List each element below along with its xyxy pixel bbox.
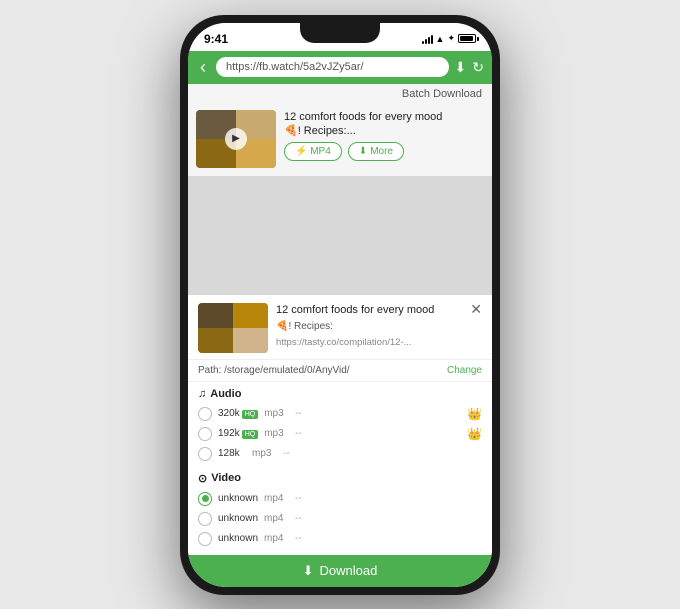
back-button[interactable]: ‹ [196, 57, 210, 78]
dash-video-1: -- [295, 493, 482, 504]
address-bar-icons: ⬇ ↻ [455, 59, 484, 76]
radio-192k[interactable] [198, 427, 212, 441]
download-more-icon: ⬇ [359, 146, 367, 157]
gray-content-area [188, 176, 492, 295]
quality-128k: 128k [218, 448, 246, 459]
radio-320k[interactable] [198, 407, 212, 421]
video-thumbnail: ▶ [196, 110, 276, 168]
video-option-3[interactable]: unknown mp4 -- [198, 529, 482, 549]
sheet-video-info: 12 comfort foods for every mood 🍕! Recip… [188, 295, 492, 360]
music-note-icon: ♫ [198, 388, 206, 400]
video-title: 12 comfort foods for every mood 🍕! Recip… [284, 110, 484, 139]
radio-128k[interactable] [198, 447, 212, 461]
format-video-1: mp4 [264, 493, 289, 504]
format-128k: mp3 [252, 448, 277, 459]
audio-option-320k[interactable]: 320kHQ mp3 -- 👑 [198, 404, 482, 424]
bluetooth-icon: ✦ [447, 33, 455, 44]
video-option-2[interactable]: unknown mp4 -- [198, 509, 482, 529]
quality-video-3: unknown [218, 533, 258, 544]
refresh-icon[interactable]: ↻ [472, 59, 484, 76]
sheet-thumbnail [198, 303, 268, 353]
audio-option-192k[interactable]: 192kHQ mp3 -- 👑 [198, 424, 482, 444]
sheet-title: 12 comfort foods for every mood [276, 303, 482, 318]
sheet-video-details: 12 comfort foods for every mood 🍕! Recip… [276, 303, 482, 350]
more-button[interactable]: ⬇ More [348, 142, 404, 161]
wifi-icon: ▲ [436, 34, 445, 44]
notch [300, 23, 380, 43]
radio-video-3[interactable] [198, 532, 212, 546]
sheet-url: https://tasty.co/compilation/12-... [276, 336, 482, 349]
audio-section-title: ♫ Audio [198, 388, 482, 400]
phone-screen: 9:41 ▲ ✦ ‹ https://fb.watch/5a2vJZy5ar/ [188, 23, 492, 587]
quality-320k: 320kHQ [218, 408, 258, 419]
dash-video-3: -- [295, 533, 482, 544]
radio-video-2[interactable] [198, 512, 212, 526]
format-video-2: mp4 [264, 513, 289, 524]
dash-128k: -- [283, 448, 482, 459]
dash-192k: -- [295, 428, 461, 439]
format-320k: mp3 [264, 408, 289, 419]
hq-badge-320k: HQ [242, 410, 259, 419]
url-input[interactable]: https://fb.watch/5a2vJZy5ar/ [216, 57, 449, 77]
video-card: ▶ 12 comfort foods for every mood 🍕! Rec… [188, 102, 492, 176]
change-path-button[interactable]: Change [447, 365, 482, 376]
play-icon: ▶ [225, 128, 247, 150]
format-192k: mp3 [264, 428, 289, 439]
video-section-title: ⊙ Video [198, 472, 482, 485]
audio-option-128k[interactable]: 128k mp3 -- [198, 444, 482, 464]
audio-section: ♫ Audio 320kHQ mp3 -- 👑 192kHQ mp3 -- 👑 [188, 382, 492, 466]
dash-video-2: -- [295, 513, 482, 524]
quality-192k: 192kHQ [218, 428, 258, 439]
address-bar: ‹ https://fb.watch/5a2vJZy5ar/ ⬇ ↻ [188, 51, 492, 84]
video-actions: ⚡ MP4 ⬇ More [284, 142, 484, 161]
status-time: 9:41 [204, 32, 228, 46]
crown-320k: 👑 [467, 407, 482, 421]
video-section: ⊙ Video unknown mp4 -- unknown mp4 -- [188, 466, 492, 551]
path-row: Path: /storage/emulated/0/AnyVid/ Change [188, 360, 492, 382]
download-arrow-icon: ⬇ [303, 563, 314, 579]
path-label: Path: /storage/emulated/0/AnyVid/ [198, 365, 350, 376]
phone-frame: 9:41 ▲ ✦ ‹ https://fb.watch/5a2vJZy5ar/ [180, 15, 500, 595]
batch-download-label: Batch Download [188, 84, 492, 102]
quality-video-2: unknown [218, 513, 258, 524]
radio-video-1[interactable] [198, 492, 212, 506]
status-bar: 9:41 ▲ ✦ [188, 23, 492, 51]
download-button[interactable]: ⬇ Download [188, 555, 492, 587]
video-cam-icon: ⊙ [198, 472, 207, 485]
dash-320k: -- [295, 408, 461, 419]
status-icons: ▲ ✦ [422, 33, 476, 44]
sheet-subtitle: 🍕! Recipes: [276, 320, 482, 334]
hq-badge-192k: HQ [242, 430, 259, 439]
format-video-3: mp4 [264, 533, 289, 544]
video-info: 12 comfort foods for every mood 🍕! Recip… [284, 110, 484, 162]
bottom-sheet: ✕ 12 comfort foods for every mood 🍕! Rec… [188, 295, 492, 587]
quality-video-1: unknown [218, 493, 258, 504]
battery-icon [458, 34, 476, 43]
video-option-1[interactable]: unknown mp4 -- [198, 489, 482, 509]
mp4-button[interactable]: ⚡ MP4 [284, 142, 342, 161]
download-addr-icon[interactable]: ⬇ [455, 59, 467, 76]
signal-icon [422, 34, 433, 44]
close-button[interactable]: ✕ [470, 301, 482, 318]
crown-192k: 👑 [467, 427, 482, 441]
